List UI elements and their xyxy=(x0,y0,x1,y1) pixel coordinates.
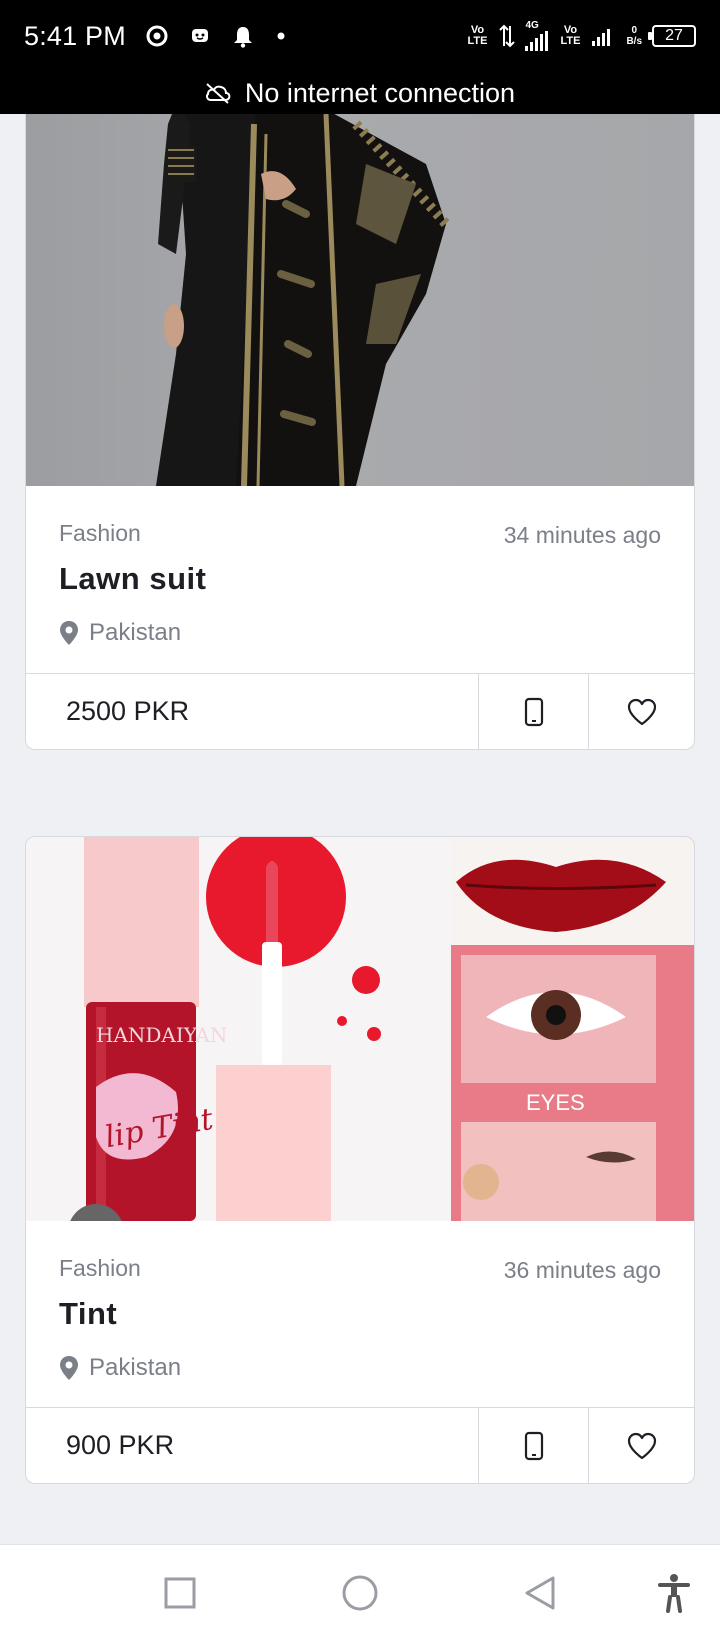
location-pin-icon xyxy=(60,1356,78,1380)
offline-banner: No internet connection xyxy=(0,72,720,114)
offline-text: No internet connection xyxy=(244,77,516,108)
status-time: 5:41 PM xyxy=(24,20,126,51)
cloud-off-icon xyxy=(205,83,231,104)
network-tag-4g: 4G xyxy=(525,20,539,31)
call-button[interactable] xyxy=(478,674,588,749)
listing-title[interactable]: Tint xyxy=(59,1296,661,1332)
listing-location-text: Pakistan xyxy=(89,619,182,646)
eyes-label: EYES xyxy=(526,1090,585,1115)
listing-card[interactable]: HANDAIYAN lip Tint EYES Fashion 36 minut… xyxy=(25,836,695,1484)
listing-card[interactable]: Fashion 34 minutes ago Lawn suit Pakista… xyxy=(25,114,695,750)
battery-icon: 27 xyxy=(648,25,696,47)
listing-location: Pakistan xyxy=(59,619,661,647)
listing-details: Fashion 34 minutes ago Lawn suit Pakista… xyxy=(26,486,694,686)
network-tag-volte-1: Vo LTE xyxy=(467,24,488,47)
back-button[interactable] xyxy=(520,1573,560,1613)
phone-icon xyxy=(524,1431,543,1460)
bell-icon xyxy=(233,27,252,48)
listing-time: 34 minutes ago xyxy=(503,522,661,548)
favorite-button[interactable] xyxy=(588,674,694,749)
listing-location: Pakistan xyxy=(59,1354,661,1382)
listing-feed[interactable]: Fashion 34 minutes ago Lawn suit Pakista… xyxy=(0,114,720,1544)
listing-title[interactable]: Lawn suit xyxy=(59,561,661,597)
listing-time: 36 minutes ago xyxy=(503,1257,661,1283)
accessibility-button[interactable] xyxy=(654,1573,694,1613)
favorite-button[interactable] xyxy=(588,1408,694,1483)
browser-icon xyxy=(146,25,168,47)
lawn-suit-photo xyxy=(156,114,450,486)
net-speed-value: 0 xyxy=(631,25,637,36)
dot-icon xyxy=(277,32,285,40)
home-icon xyxy=(342,1575,378,1611)
net-speed-unit: B/s xyxy=(626,36,642,47)
heart-icon xyxy=(627,698,656,725)
messenger-icon xyxy=(191,29,208,42)
heart-icon xyxy=(627,1432,656,1459)
system-nav-bar xyxy=(0,1544,720,1640)
recent-apps-icon xyxy=(164,1577,196,1609)
listing-details: Fashion 36 minutes ago Tint Pakistan xyxy=(26,1221,694,1421)
recent-apps-button[interactable] xyxy=(160,1573,200,1613)
listing-price: 900 PKR xyxy=(66,1430,175,1460)
call-button[interactable] xyxy=(478,1408,588,1483)
listing-location-text: Pakistan xyxy=(89,1354,182,1381)
accessibility-icon xyxy=(658,1574,690,1613)
listing-footer: 900 PKR xyxy=(26,1407,694,1483)
signal-icon-2 xyxy=(592,26,611,46)
data-transfer-icon xyxy=(499,24,516,48)
signal-icon xyxy=(525,31,549,51)
network-tag-volte-2: Vo LTE xyxy=(560,24,581,47)
status-bar: 5:41 PM Vo LTE 4G Vo LTE 0 B/s 27 xyxy=(0,0,720,72)
back-icon xyxy=(525,1576,555,1610)
brand-text: HANDAIYAN xyxy=(96,1023,227,1047)
listing-image[interactable]: HANDAIYAN lip Tint EYES xyxy=(26,837,694,1221)
home-button[interactable] xyxy=(340,1573,380,1613)
listing-image[interactable] xyxy=(26,114,694,486)
phone-icon xyxy=(524,697,543,726)
listing-footer: 2500 PKR xyxy=(26,673,694,749)
location-pin-icon xyxy=(60,621,78,645)
lip-tint-photo: HANDAIYAN lip Tint EYES xyxy=(26,837,694,1221)
listing-price: 2500 PKR xyxy=(66,696,190,726)
